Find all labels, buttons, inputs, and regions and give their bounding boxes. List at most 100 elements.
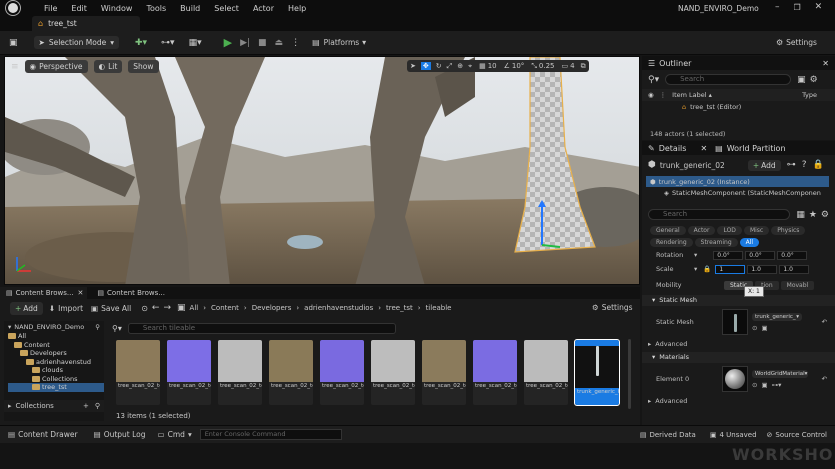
chevron-down-icon[interactable]: ▾ (694, 265, 697, 273)
minimize-icon[interactable]: – (775, 2, 780, 12)
help-icon[interactable]: ? (802, 160, 807, 170)
folder-icon[interactable]: ▣ (761, 381, 767, 389)
component-row[interactable]: ◈ StaticMeshComponent (StaticMeshCompone… (642, 187, 835, 199)
tree-item-collections[interactable]: Collections (8, 375, 104, 384)
close-icon[interactable]: ✕ (815, 2, 823, 12)
close-icon[interactable]: ✕ (822, 59, 829, 68)
scale-z-field[interactable]: 1.0 (779, 264, 810, 274)
cb-scrollbar[interactable] (628, 339, 631, 409)
plus-icon[interactable]: + (83, 402, 89, 410)
blueprint-icon[interactable]: ⊶ (787, 160, 796, 170)
rotation-y-field[interactable]: 0.0° (745, 250, 776, 260)
asset-tile[interactable]: tree_scan_02_texture_03b_Normal (473, 340, 517, 405)
menu-file[interactable]: File (44, 4, 57, 13)
asset-tile[interactable]: tree_scan_02_texture_01b_Albedo (116, 340, 160, 405)
scale-snap-value[interactable]: 0.25 (539, 62, 555, 70)
breadcrumb-tree-tst[interactable]: tree_tst (386, 304, 413, 312)
close-icon[interactable]: ✕ (700, 144, 707, 153)
menu-tools[interactable]: Tools (146, 4, 166, 13)
rotation-snap-value[interactable]: 10° (512, 62, 524, 70)
actor-name-field[interactable]: trunk_generic_02 (660, 161, 748, 170)
breadcrumb-content[interactable]: Content (211, 304, 239, 312)
chevron-right-icon[interactable]: ▸ (8, 402, 12, 410)
play-icon[interactable]: ▶ (224, 36, 232, 49)
cmd-dropdown[interactable]: ▭ Cmd ▾ (158, 430, 192, 439)
save-all-button[interactable]: ▣ Save All (91, 304, 131, 313)
reset-icon[interactable]: ↶ (822, 375, 827, 383)
maximize-icon[interactable]: ❐ (794, 3, 801, 12)
tree-item-clouds[interactable]: clouds (8, 366, 104, 375)
search-icon[interactable]: ⚲ (95, 323, 100, 331)
forward-arrow-icon[interactable]: → (163, 303, 171, 313)
scale-x-field[interactable]: 1 (715, 264, 746, 274)
source-control-button[interactable]: ⊘ Source Control (767, 431, 827, 439)
collections-label[interactable]: Collections (16, 402, 54, 410)
menu-build[interactable]: Build (180, 4, 200, 13)
unsaved-button[interactable]: ▣ 4 Unsaved (710, 431, 757, 439)
camera-speed-value[interactable]: 4 (570, 62, 574, 70)
add-actor-icon[interactable]: ✚▾ (135, 38, 147, 48)
tree-item-tree-tst[interactable]: tree_tst (8, 383, 104, 392)
section-static-mesh[interactable]: ▾ Static Mesh (642, 295, 835, 306)
translate-tool-icon[interactable]: ✥ (420, 62, 431, 70)
add-component-button[interactable]: + Add (747, 159, 781, 171)
step-icon[interactable]: ▶| (240, 38, 250, 48)
asset-tile[interactable]: tree_scan_02_texture_02b_Albedo (269, 340, 313, 405)
asset-tile[interactable]: tree_scan_02_texture_03b_Albedo (422, 340, 466, 405)
back-arrow-icon[interactable]: ← (152, 303, 160, 313)
section-materials[interactable]: ▾ Materials (642, 352, 835, 363)
lock-icon[interactable]: 🔒 (703, 265, 711, 273)
filter-icon[interactable]: ⚲▾ (112, 324, 122, 333)
lock-icon[interactable]: 🔒 (812, 160, 823, 170)
static-mesh-thumbnail[interactable] (722, 309, 748, 335)
column-item-label[interactable]: Item Label (672, 91, 706, 99)
content-browser-tab-2[interactable]: ▤ Content Brows... (91, 287, 171, 299)
import-button[interactable]: ⬇ Import (49, 304, 83, 313)
settings-button[interactable]: ⚙ Settings (776, 38, 817, 47)
output-log-button[interactable]: ▤ Output Log (94, 430, 146, 439)
scale-snap-icon[interactable]: ⤡ (531, 62, 537, 71)
scale-y-field[interactable]: 1.0 (747, 264, 778, 274)
component-instance-row[interactable]: ⬢ trunk_generic_02 (Instance) (646, 176, 829, 187)
cinematics-icon[interactable]: ▦▾ (189, 38, 202, 48)
outliner-search-input[interactable]: Search (665, 74, 792, 85)
grid-view-icon[interactable]: ▦ (796, 210, 805, 220)
advanced-toggle-2[interactable]: ▸ Advanced (642, 395, 835, 407)
menu-window[interactable]: Window (101, 4, 133, 13)
blueprint-icon[interactable]: ⊶▾ (161, 38, 175, 48)
world-space-icon[interactable]: ⊕ (457, 62, 463, 70)
cb-search-input[interactable]: Search tileable (127, 323, 396, 334)
breadcrumb-developers[interactable]: Developers (252, 304, 292, 312)
console-input[interactable]: Enter Console Command (199, 429, 342, 440)
unreal-logo-icon[interactable] (6, 1, 20, 15)
grid-snap-icon[interactable]: ▦ (479, 62, 486, 70)
filter-tab-lod[interactable]: LOD (717, 226, 742, 235)
asset-tile[interactable]: tree_scan_02_texture_01b_Roughness (218, 340, 262, 405)
static-mesh-dropdown[interactable]: trunk_generic_ ▾ (752, 312, 802, 321)
menu-select[interactable]: Select (214, 4, 239, 13)
filter-tab-rendering[interactable]: Rendering (650, 238, 693, 247)
menu-edit[interactable]: Edit (71, 4, 87, 13)
rotation-x-field[interactable]: 0.0° (713, 250, 744, 260)
perspective-button[interactable]: ◉ Perspective (24, 60, 88, 73)
material-thumbnail[interactable] (722, 366, 748, 392)
asset-tile[interactable]: trunk_generic_02 (574, 339, 620, 406)
filter-tab-all[interactable]: All (739, 238, 760, 247)
visibility-icon[interactable]: ◉ (648, 91, 654, 99)
stop-icon[interactable]: ■ (258, 38, 267, 48)
close-icon[interactable]: ✕ (78, 289, 84, 297)
rotate-tool-icon[interactable]: ↻ (436, 62, 442, 70)
save-icon[interactable]: ▣ (9, 38, 18, 48)
show-button[interactable]: Show (128, 60, 159, 73)
more-options-icon[interactable]: ⋮ (291, 38, 300, 48)
rotation-z-field[interactable]: 0.0° (777, 250, 808, 260)
folder-icon[interactable]: ▣ (761, 324, 767, 332)
gear-icon[interactable]: ⚙ (810, 75, 818, 85)
filter-tab-misc[interactable]: Misc (743, 226, 770, 235)
tree-item-developers[interactable]: Developers (8, 349, 104, 358)
level-tab[interactable]: ⌂ tree_tst (32, 16, 140, 31)
project-name[interactable]: NAND_ENVIRO_Demo (14, 323, 84, 331)
add-button[interactable]: + Add (10, 301, 43, 315)
scale-tool-icon[interactable]: ⤢ (447, 62, 453, 71)
breadcrumb-adrienhavenstudios[interactable]: adrienhavenstudios (304, 304, 373, 312)
